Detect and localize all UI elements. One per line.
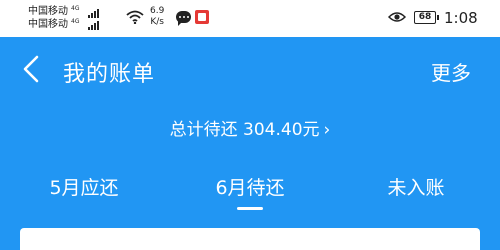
battery-icon: 68 [414, 11, 439, 24]
book-app-icon [195, 10, 209, 24]
network-speed: 6.9 K/s [150, 6, 164, 28]
status-bar: 中国移动 4G 中国移动 4G 6.9 K/s 68 1:08 [0, 0, 500, 37]
clock: 1:08 [444, 9, 478, 27]
back-arrow-icon[interactable] [16, 52, 46, 86]
chat-icon [176, 11, 191, 26]
network-type-2: 4G [71, 18, 80, 25]
total-due-text: 总计待还 304.40元 [169, 120, 320, 140]
page-title: 我的账单 [63, 62, 156, 87]
total-due-link[interactable]: 总计待还 304.40元 › [0, 115, 500, 140]
carrier-name-1: 中国移动 [28, 6, 68, 17]
wifi-icon [126, 10, 144, 24]
speed-unit: K/s [150, 17, 164, 27]
carrier-name-2: 中国移动 [28, 19, 68, 30]
tab-june-pending[interactable]: 6月待还 [190, 173, 310, 200]
eye-icon [388, 12, 406, 22]
more-button[interactable]: 更多 [431, 57, 471, 86]
chevron-right-icon: › [323, 120, 331, 140]
battery-level: 68 [418, 12, 432, 22]
speed-value: 6.9 [150, 6, 165, 16]
bill-content-card [20, 228, 480, 250]
tab-may-due[interactable]: 5月应还 [24, 173, 144, 200]
active-tab-indicator [237, 207, 263, 210]
carrier-info: 中国移动 4G 中国移动 4G [28, 5, 79, 31]
signal-icon [86, 9, 99, 30]
network-type-1: 4G [71, 5, 80, 12]
tab-unposted[interactable]: 未入账 [356, 173, 476, 200]
